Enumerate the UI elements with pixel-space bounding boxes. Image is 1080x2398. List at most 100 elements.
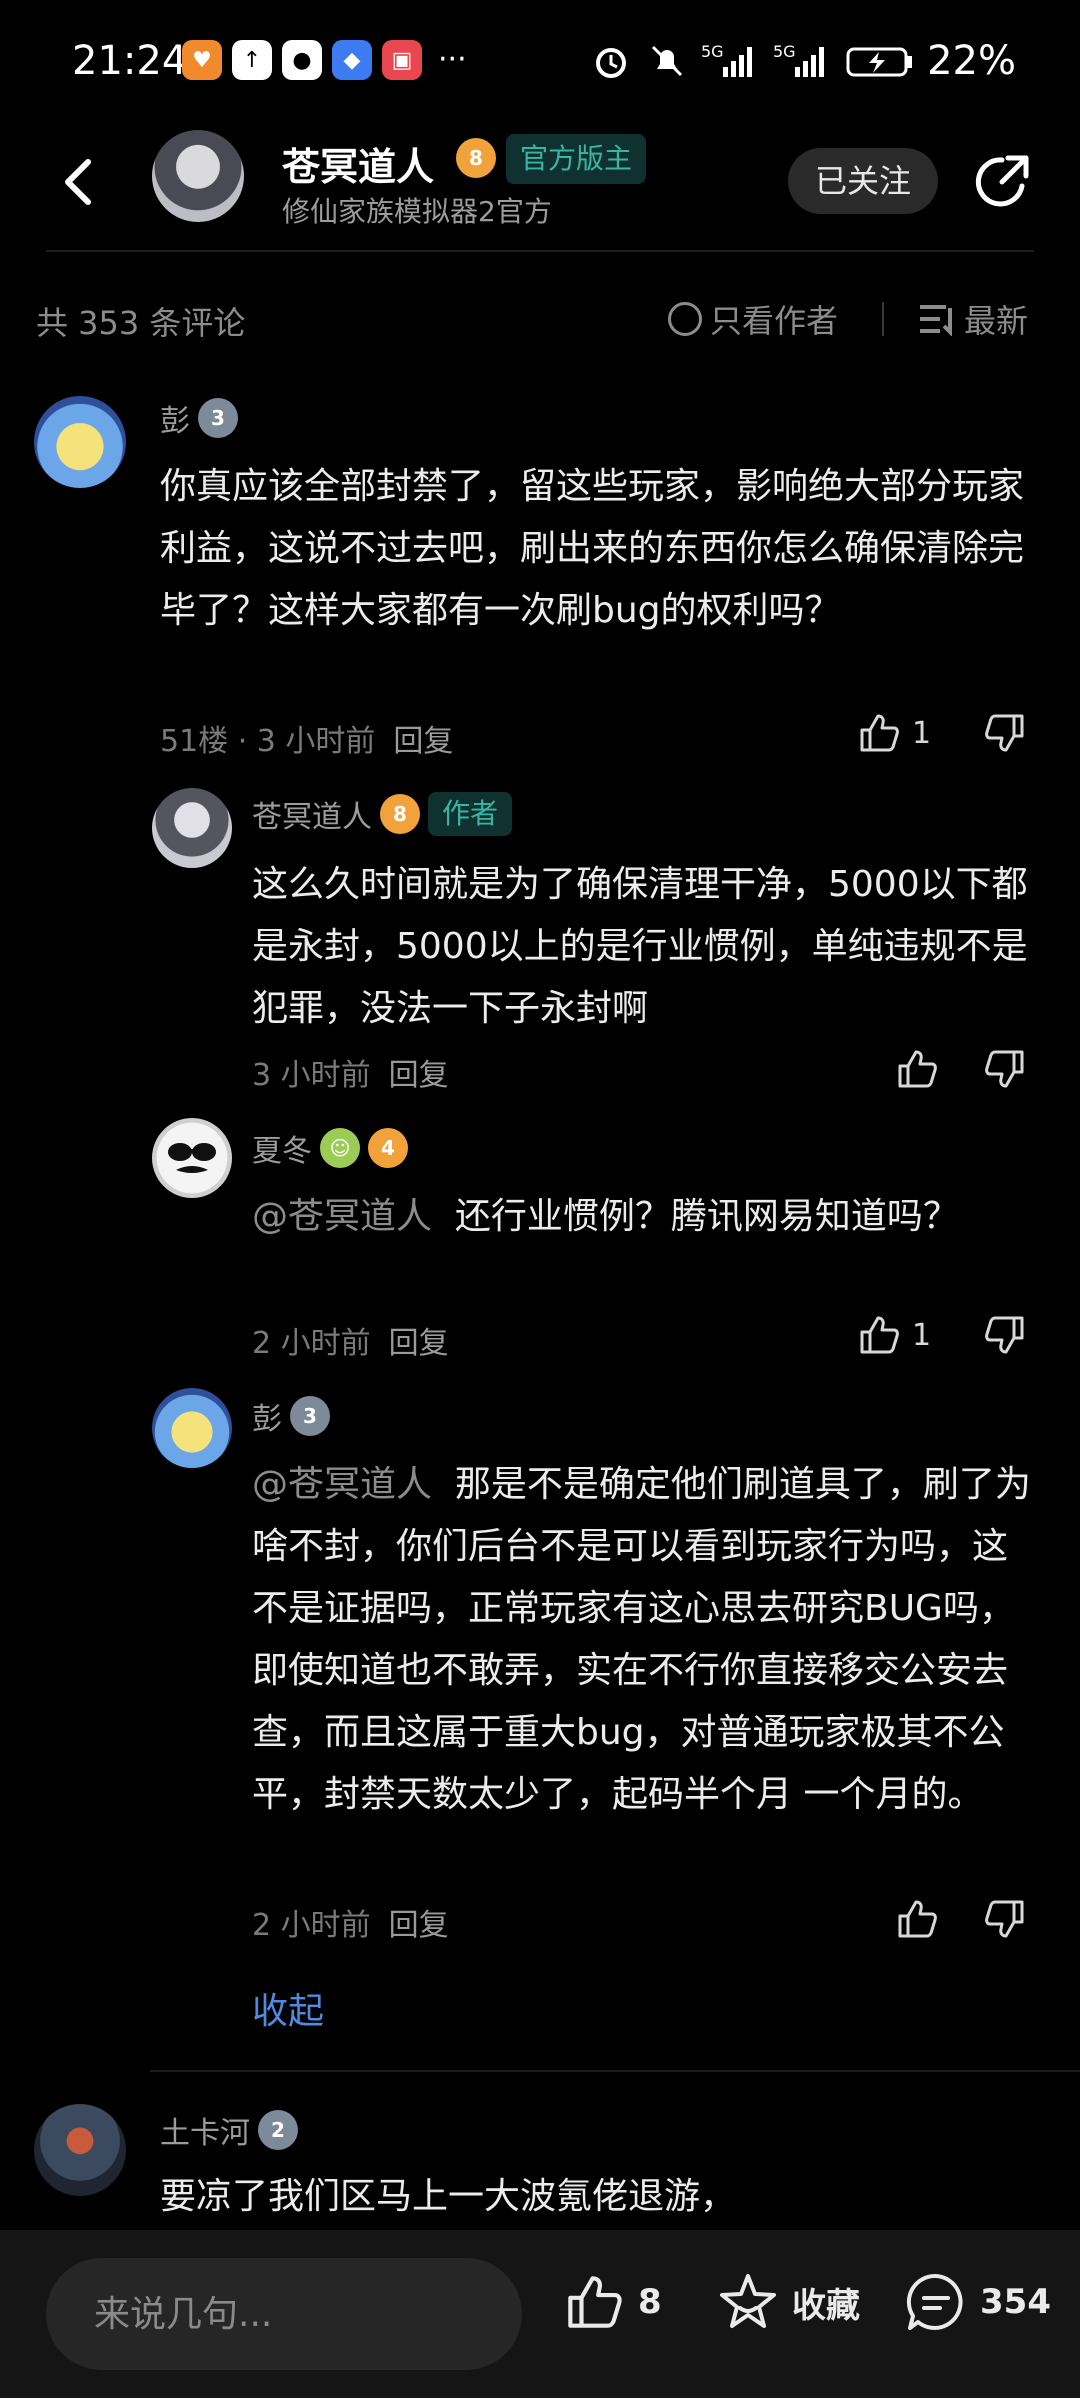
upload-notification-icon: ↑: [232, 40, 272, 80]
reply-text: @苍冥道人 还行业惯例？腾讯网易知道吗？: [252, 1186, 1042, 1248]
reply-avatar[interactable]: [152, 1388, 232, 1468]
dislike-button[interactable]: [982, 710, 1028, 756]
comments-button[interactable]: 354: [904, 2270, 1051, 2334]
mention-link[interactable]: @苍冥道人: [252, 1196, 432, 1237]
sort-button[interactable]: 最新: [918, 296, 1028, 342]
reply-button[interactable]: 回复: [389, 1908, 449, 1943]
reply-username[interactable]: 苍冥道人 8 作者: [252, 792, 513, 836]
reply-username[interactable]: 彭 3: [252, 1394, 330, 1438]
comment-toolbar: 共 353 条评论 只看作者 最新: [0, 290, 1080, 350]
header-divider: [46, 250, 1034, 252]
thumb-down-icon: [985, 1900, 1024, 1938]
sort-icon: [920, 305, 952, 336]
comment-username[interactable]: 彭 3: [160, 396, 238, 440]
level-badge: 8: [380, 794, 420, 834]
signal-icon-2: 5G: [773, 41, 833, 81]
username-text: 苍冥道人: [252, 800, 372, 835]
reply-time: 3 小时前: [252, 1058, 371, 1093]
thumb-down-icon: [985, 714, 1024, 752]
thumb-down-icon: [985, 1316, 1024, 1354]
author-name[interactable]: 苍冥道人: [282, 136, 434, 191]
username-text: 夏冬: [252, 1134, 312, 1169]
mention-link[interactable]: @苍冥道人: [252, 1464, 432, 1505]
comment-icon: [906, 2273, 963, 2330]
comment-input[interactable]: [46, 2258, 522, 2370]
only-author-toggle[interactable]: 只看作者: [668, 296, 838, 342]
dislike-button[interactable]: [982, 1046, 1028, 1092]
thumb-up-icon: [898, 1900, 937, 1938]
like-button[interactable]: 1: [856, 710, 931, 756]
share-button[interactable]: [970, 150, 1034, 214]
thumb-down-icon: [985, 1050, 1024, 1088]
thumb-up-icon: [568, 2276, 622, 2328]
level-badge: 8: [456, 138, 496, 178]
reply-button[interactable]: 回复: [389, 1058, 449, 1093]
sunglasses-avatar-icon: [168, 1143, 216, 1173]
comment-avatar[interactable]: [34, 2104, 126, 2196]
level-badge: 4: [368, 1128, 408, 1168]
favorite-button[interactable]: 收藏: [716, 2270, 860, 2334]
svg-text:5G: 5G: [701, 42, 724, 61]
reply-button[interactable]: 回复: [389, 1326, 449, 1361]
reply-text: @苍冥道人 那是不是确定他们刷道具了，刷了为啥不封，你们后台不是可以看到玩家行为…: [252, 1454, 1042, 1826]
status-app-icons: ♥ ↑ ● ◆ ▣ ···: [182, 40, 467, 80]
comment-meta: 51楼 · 3 小时前 回复: [160, 716, 453, 760]
signal-icon-1: 5G: [701, 41, 761, 81]
back-button[interactable]: [52, 152, 112, 212]
sort-label: 最新: [964, 302, 1029, 340]
app-notification-icon: ♥: [182, 40, 222, 80]
decoration-badge: ☺: [320, 1128, 360, 1168]
author-avatar[interactable]: [152, 130, 244, 222]
reply-text: 这么久时间就是为了确保清理干净，5000以下都是永封，5000以上的是行业惯例，…: [252, 864, 1028, 1029]
username-text: 彭: [252, 1402, 282, 1437]
reply-body: 那是不是确定他们刷道具了，刷了为啥不封，你们后台不是可以看到玩家行为吗，这不是证…: [252, 1464, 1031, 1815]
status-right: 5G 5G 22%: [589, 38, 1016, 84]
comment-time: 51楼 · 3 小时前: [160, 724, 376, 759]
like-button[interactable]: [894, 1046, 940, 1092]
dislike-button[interactable]: [982, 1896, 1028, 1942]
battery-icon: [845, 41, 915, 81]
like-button[interactable]: 1: [856, 1312, 931, 1358]
reply-meta: 3 小时前 回复: [252, 1050, 449, 1094]
only-author-label: 只看作者: [710, 302, 839, 340]
author-subtitle: 修仙家族模拟器2官方: [282, 195, 552, 228]
status-bar: 21:24 ♥ ↑ ● ◆ ▣ ··· 5G 5G 22%: [0, 0, 1080, 130]
dislike-button[interactable]: [982, 1312, 1028, 1358]
alarm-icon: [589, 41, 633, 81]
video-notification-icon: ▣: [382, 40, 422, 80]
comment-username[interactable]: 土卡河 2: [160, 2108, 298, 2152]
username-text: 土卡河: [160, 2116, 250, 2151]
thumb-up-icon: [898, 1050, 937, 1088]
official-tag: 官方版主: [506, 134, 647, 184]
comment-input-wrapper[interactable]: [46, 2258, 522, 2370]
follow-button[interactable]: 已关注: [788, 148, 938, 214]
mute-icon: [645, 41, 689, 81]
reply-avatar[interactable]: [152, 1118, 232, 1198]
post-header: 苍冥道人 8 官方版主 修仙家族模拟器2官方 已关注: [0, 130, 1080, 250]
circle-icon: [668, 302, 702, 336]
star-icon: [720, 2274, 776, 2328]
level-badge: 2: [258, 2110, 298, 2150]
level-badge: 3: [198, 398, 238, 438]
reply-button[interactable]: 回复: [393, 724, 453, 759]
comment-text: 要凉了我们区马上一大波氪佬退游，: [160, 2176, 737, 2217]
back-icon: [65, 159, 91, 205]
like-button[interactable]: [894, 1896, 940, 1942]
bottom-action-bar: 8 收藏 354: [0, 2230, 1080, 2398]
reply-time: 2 小时前: [252, 1326, 371, 1361]
post-like-button[interactable]: 8: [562, 2270, 662, 2334]
comment-avatar[interactable]: [34, 396, 126, 488]
favorite-label: 收藏: [792, 2285, 860, 2326]
battery-level: 22%: [927, 38, 1016, 84]
toolbar-separator: [882, 302, 884, 336]
qq-notification-icon: ●: [282, 40, 322, 80]
thumb-up-icon: [860, 714, 899, 752]
comment-count: 共 353 条评论: [36, 304, 246, 342]
reply-avatar[interactable]: [152, 788, 232, 868]
post-like-count: 8: [638, 2282, 662, 2322]
svg-text:5G: 5G: [773, 42, 796, 61]
collapse-replies-button[interactable]: 收起: [252, 1982, 324, 2034]
reply-username[interactable]: 夏冬 ☺ 4: [252, 1126, 408, 1170]
reply-meta: 2 小时前 回复: [252, 1900, 449, 1944]
reply-meta: 2 小时前 回复: [252, 1318, 449, 1362]
